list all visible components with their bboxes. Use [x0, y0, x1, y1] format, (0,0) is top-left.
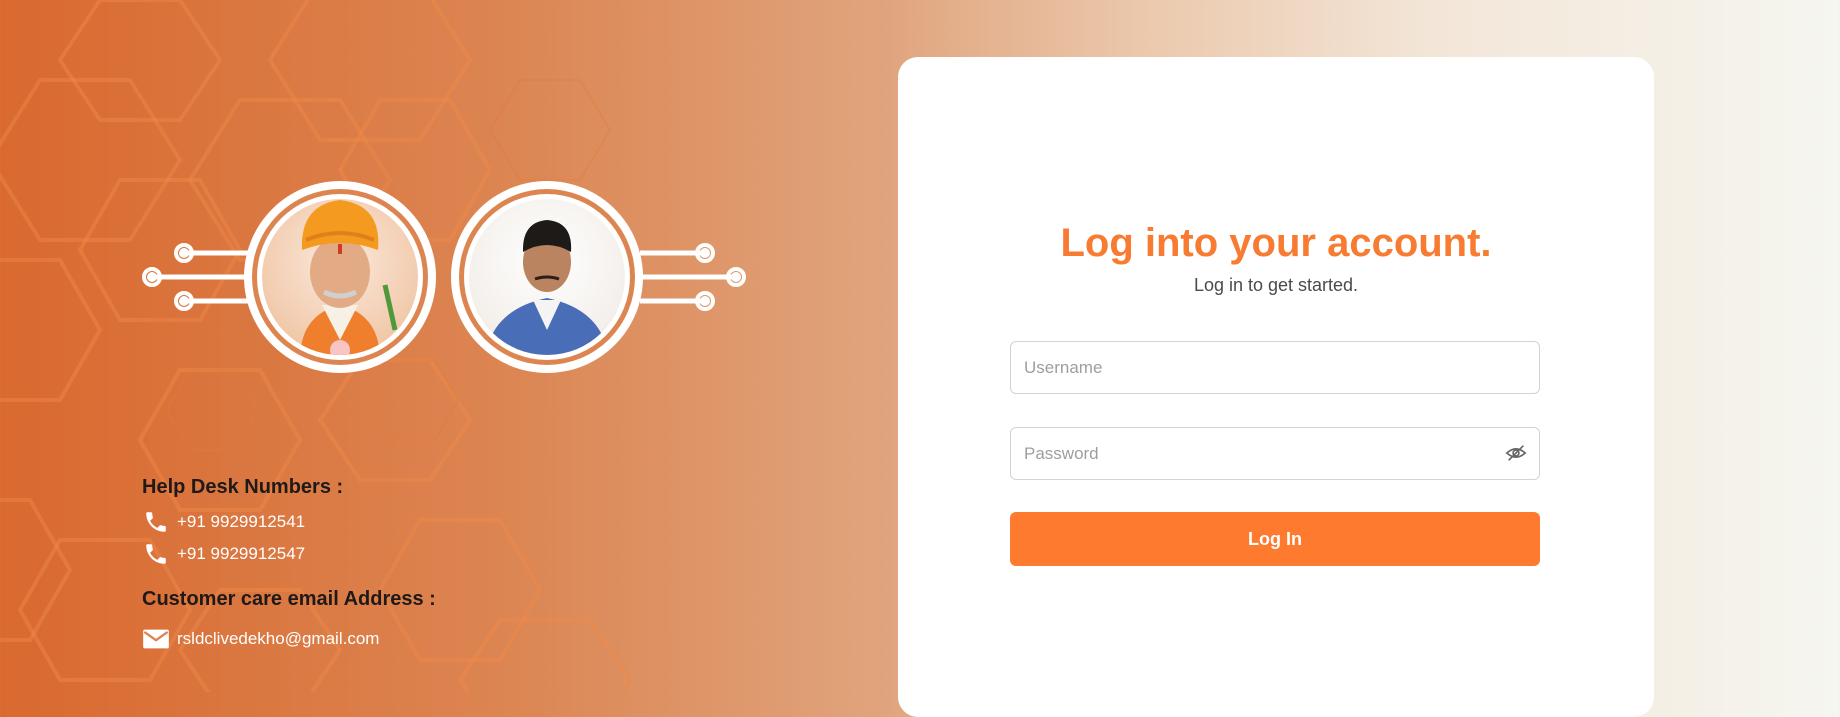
email-address[interactable]: rsldclivedekho@gmail.com: [177, 629, 379, 649]
login-card: Log into your account. Log in to get sta…: [898, 57, 1654, 717]
phone-icon: [142, 508, 170, 536]
circuit-connector-right: [640, 250, 736, 304]
username-field[interactable]: [1010, 341, 1540, 394]
portraits-graphic: [142, 181, 746, 373]
login-subtitle: Log in to get started.: [1193, 275, 1359, 295]
mail-icon: [142, 625, 170, 653]
phone-row-2: +91 9929912547: [142, 538, 702, 570]
portrait-left: [244, 181, 436, 373]
circuit-connector-left: [152, 250, 250, 304]
phone-row-1: +91 9929912541: [142, 506, 702, 538]
password-field[interactable]: [1010, 427, 1540, 480]
portrait-right: [451, 181, 643, 373]
phone-icon: [142, 540, 170, 568]
email-heading: Customer care email Address :: [142, 588, 436, 610]
username-input[interactable]: [1011, 342, 1539, 393]
helpdesk-heading: Help Desk Numbers :: [142, 476, 344, 498]
contact-info: Help Desk Numbers : +91 9929912541 +91 9…: [142, 476, 702, 655]
login-button[interactable]: Log In: [1010, 512, 1540, 566]
login-title: Log into your account.: [1060, 221, 1492, 265]
phone-number[interactable]: +91 9929912547: [177, 544, 305, 564]
phone-number[interactable]: +91 9929912541: [177, 512, 305, 532]
password-input[interactable]: [1011, 428, 1539, 479]
eye-slash-icon[interactable]: [1505, 442, 1529, 466]
email-row: rsldclivedekho@gmail.com: [142, 623, 702, 655]
